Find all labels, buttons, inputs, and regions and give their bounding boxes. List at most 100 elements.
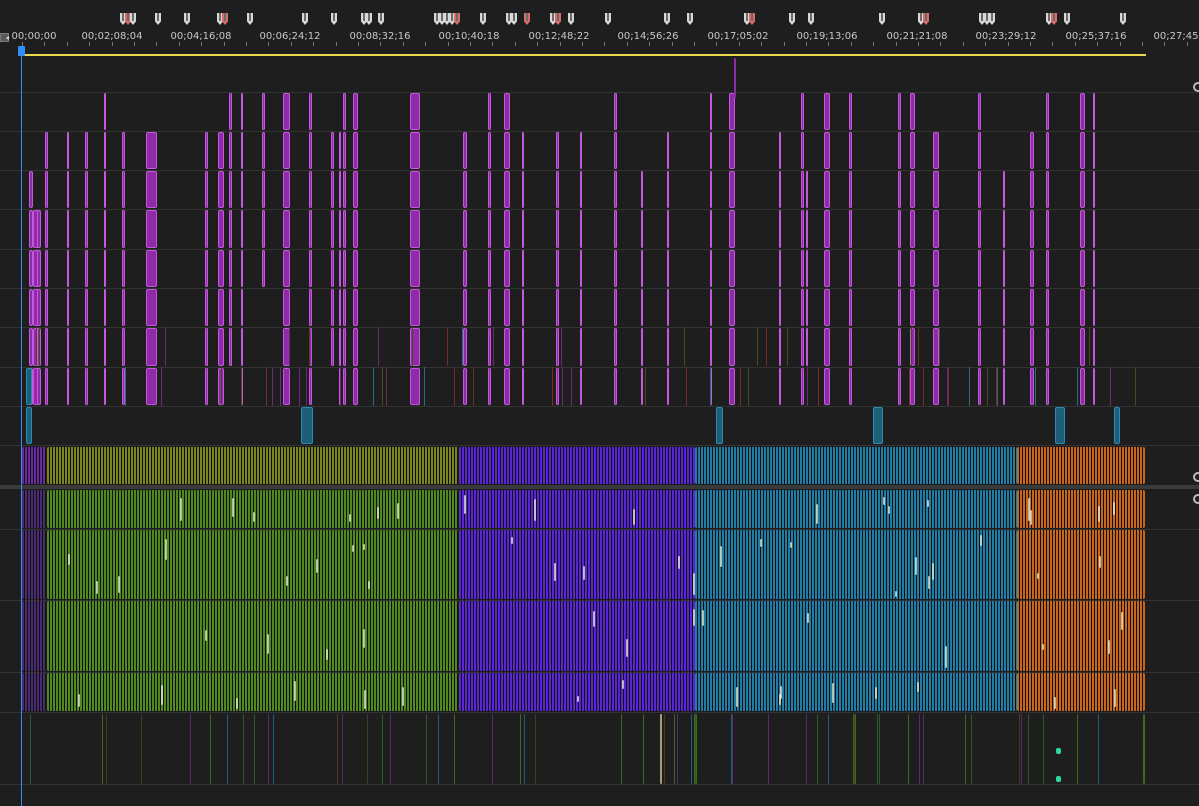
video-clip[interactable]	[1030, 171, 1034, 208]
video-clip[interactable]	[280, 367, 281, 406]
audio-waveform-peak[interactable]	[267, 634, 269, 654]
audio-waveform-peak[interactable]	[720, 546, 722, 567]
video-clip[interactable]	[488, 250, 491, 287]
audio-waveform-peak[interactable]	[1028, 498, 1030, 521]
video-clip[interactable]	[614, 93, 617, 130]
video-clip[interactable]	[309, 210, 312, 248]
video-clip[interactable]	[331, 250, 334, 287]
video-clip[interactable]	[667, 171, 669, 208]
sequence-marker-icon[interactable]	[511, 13, 517, 25]
sequence-marker-icon[interactable]	[1120, 13, 1126, 25]
audio-waveform-peak[interactable]	[832, 683, 834, 703]
audio-clip[interactable]	[1017, 530, 1145, 599]
video-clip[interactable]	[824, 210, 830, 248]
video-clip[interactable]	[710, 328, 712, 366]
video-clip[interactable]	[910, 171, 915, 208]
video-clip[interactable]	[667, 132, 669, 169]
video-clip[interactable]	[488, 132, 491, 169]
video-clip[interactable]	[667, 210, 669, 248]
video-clip[interactable]	[283, 93, 290, 130]
video-clip[interactable]	[556, 210, 559, 248]
video-clip[interactable]	[641, 210, 643, 248]
video-clip[interactable]	[580, 132, 582, 169]
video-clip[interactable]	[729, 368, 735, 405]
audio-waveform-peak[interactable]	[1037, 573, 1039, 579]
video-clip[interactable]	[85, 328, 88, 366]
video-clip[interactable]	[146, 289, 157, 326]
audio-waveform-peak[interactable]	[895, 591, 897, 597]
video-clip[interactable]	[824, 132, 830, 169]
video-clip[interactable]	[933, 132, 939, 169]
audio-clip[interactable]	[210, 714, 211, 784]
video-clip[interactable]	[36, 327, 37, 366]
audio-clip[interactable]	[971, 714, 972, 784]
video-clip[interactable]	[1089, 327, 1090, 366]
video-clip[interactable]	[556, 171, 559, 208]
video-clip[interactable]	[463, 210, 467, 248]
tracks-area[interactable]	[0, 56, 1199, 806]
audio-waveform-peak[interactable]	[678, 556, 680, 569]
audio-waveform-peak[interactable]	[352, 545, 354, 552]
video-clip[interactable]	[1080, 171, 1085, 208]
video-clip[interactable]	[283, 210, 290, 248]
video-clip[interactable]	[382, 367, 383, 406]
audio-clip[interactable]	[22, 490, 46, 528]
video-clip[interactable]	[339, 210, 341, 248]
video-clip[interactable]	[522, 368, 524, 405]
video-clip[interactable]	[45, 368, 48, 405]
video-clip[interactable]	[779, 368, 781, 405]
audio-clip[interactable]	[106, 714, 107, 784]
video-clip[interactable]	[205, 171, 208, 208]
video-clip[interactable]	[85, 250, 88, 287]
video-clip[interactable]	[1046, 132, 1049, 169]
video-clip[interactable]	[262, 93, 265, 130]
video-clip[interactable]	[343, 368, 346, 405]
audio-waveform-peak[interactable]	[534, 499, 536, 521]
audio-waveform-peak[interactable]	[294, 681, 296, 701]
video-clip[interactable]	[229, 171, 232, 208]
audio-waveform-peak[interactable]	[790, 542, 792, 548]
audio-clip[interactable]	[908, 714, 909, 784]
video-clip[interactable]	[779, 250, 781, 287]
video-clip[interactable]	[910, 289, 915, 326]
video-clip[interactable]	[463, 289, 467, 326]
audio-clip[interactable]	[47, 530, 458, 599]
video-clip[interactable]	[488, 171, 491, 208]
video-clip[interactable]	[729, 210, 735, 248]
video-clip[interactable]	[522, 210, 524, 248]
audio-waveform-peak[interactable]	[161, 685, 163, 705]
video-clip[interactable]	[463, 132, 467, 169]
sequence-marker-icon[interactable]	[989, 13, 995, 25]
video-clip[interactable]	[85, 368, 88, 405]
audio-waveform-peak[interactable]	[554, 563, 556, 581]
video-clip[interactable]	[614, 250, 617, 287]
audio-waveform-peak[interactable]	[693, 609, 695, 626]
audio-clip[interactable]	[47, 601, 458, 671]
video-clip[interactable]	[410, 210, 420, 248]
video-clip[interactable]	[122, 171, 125, 208]
audio-clip[interactable]	[438, 714, 439, 784]
audio-clip[interactable]	[190, 714, 191, 784]
video-clip[interactable]	[1030, 368, 1034, 405]
video-clip[interactable]	[806, 250, 808, 287]
video-clip[interactable]	[969, 367, 970, 406]
audio-waveform-peak[interactable]	[165, 539, 167, 560]
video-clip[interactable]	[339, 171, 341, 208]
video-clip[interactable]	[522, 328, 524, 366]
video-clip[interactable]	[641, 289, 643, 326]
video-clip[interactable]	[849, 328, 852, 366]
video-clip[interactable]	[283, 289, 290, 326]
video-clip[interactable]	[801, 289, 804, 326]
audio-waveform-peak[interactable]	[780, 686, 782, 699]
video-clip[interactable]	[299, 367, 300, 406]
video-clip[interactable]	[645, 367, 646, 406]
video-clip[interactable]	[710, 250, 712, 287]
video-clip[interactable]	[104, 210, 106, 248]
video-clip[interactable]	[37, 289, 41, 326]
audio-clip[interactable]	[22, 673, 46, 711]
video-clip[interactable]	[729, 328, 735, 366]
audio-waveform-peak[interactable]	[577, 696, 579, 702]
sequence-marker-icon[interactable]	[879, 13, 885, 25]
video-clip[interactable]	[996, 367, 997, 406]
audio-clip[interactable]	[454, 714, 455, 784]
